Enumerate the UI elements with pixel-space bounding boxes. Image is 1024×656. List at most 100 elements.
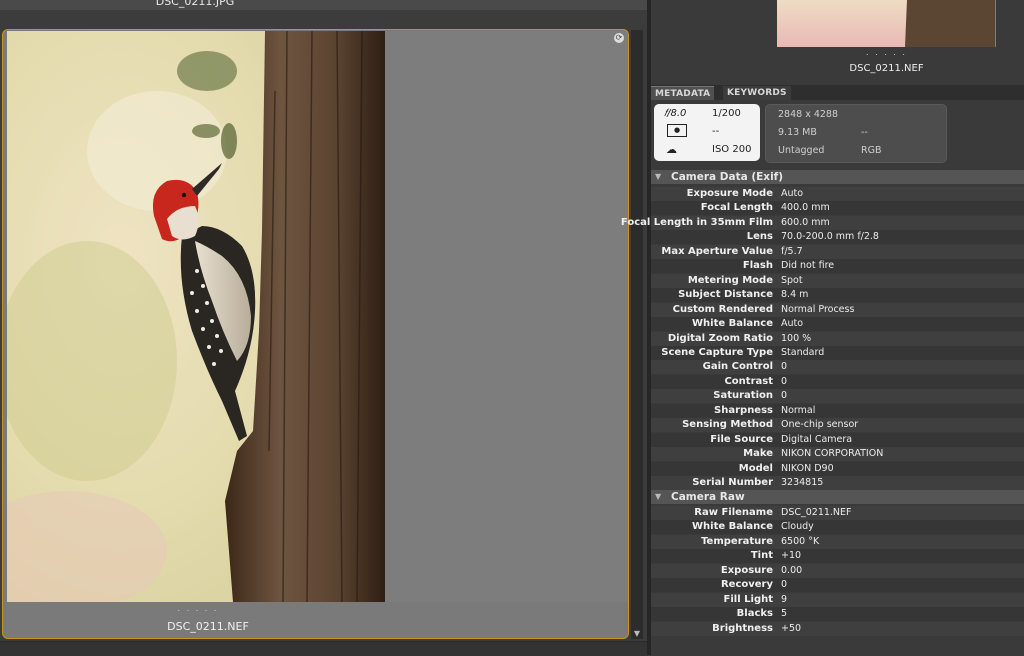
- metadata-row[interactable]: Metering Mode Spot: [651, 273, 1024, 288]
- metadata-value[interactable]: 0.00: [781, 564, 802, 578]
- metadata-value[interactable]: Digital Camera: [781, 433, 852, 447]
- collapse-triangle-icon[interactable]: ▼: [655, 170, 661, 184]
- metadata-value[interactable]: 9: [781, 593, 787, 607]
- metadata-row[interactable]: Custom Rendered Normal Process: [651, 302, 1024, 317]
- cloudy-wb-icon: ☁: [666, 143, 677, 156]
- rotate-icon[interactable]: ⟳: [614, 33, 624, 43]
- metadata-row[interactable]: Digital Zoom Ratio 100 %: [651, 331, 1024, 346]
- metadata-label: Custom Rendered: [672, 303, 773, 315]
- metadata-value[interactable]: 70.0-200.0 mm f/2.8: [781, 230, 879, 244]
- rating-dots[interactable]: . . . . .: [3, 604, 393, 613]
- metadata-value[interactable]: 100 %: [781, 332, 811, 346]
- metadata-row[interactable]: Flash Did not fire: [651, 259, 1024, 274]
- metadata-row[interactable]: Raw Filename DSC_0211.NEF: [651, 506, 1024, 520]
- thumbnail-rating-dots[interactable]: . . . . .: [777, 48, 996, 57]
- content-pane: DSC_0211.JPG ⟳ . . . . . DSC_0211.NEF ▼: [0, 0, 648, 656]
- metadata-value[interactable]: Normal: [781, 404, 815, 418]
- metadata-row[interactable]: White Balance Cloudy: [651, 520, 1024, 535]
- metadata-row[interactable]: Lens 70.0-200.0 mm f/2.8: [651, 230, 1024, 245]
- metadata-value[interactable]: Standard: [781, 346, 824, 360]
- metering-value: --: [712, 126, 720, 137]
- thumbnail-filename[interactable]: DSC_0211.NEF: [777, 63, 996, 74]
- item-filename[interactable]: DSC_0211.NEF: [3, 620, 413, 633]
- metadata-value[interactable]: +10: [781, 549, 801, 563]
- metadata-value[interactable]: 3234815: [781, 476, 823, 490]
- metadata-value[interactable]: NIKON CORPORATION: [781, 447, 883, 461]
- metadata-value[interactable]: 6500 °K: [781, 535, 819, 549]
- metadata-row[interactable]: Exposure Mode Auto: [651, 187, 1024, 201]
- metadata-value[interactable]: 0: [781, 375, 787, 389]
- metadata-row[interactable]: Exposure 0.00: [651, 563, 1024, 578]
- tab-metadata[interactable]: METADATA: [651, 86, 715, 101]
- tab-keywords[interactable]: KEYWORDS: [723, 86, 791, 100]
- metadata-label: Brightness: [712, 622, 773, 634]
- metadata-value[interactable]: DSC_0211.NEF: [781, 506, 852, 520]
- metadata-value[interactable]: 8.4 m: [781, 288, 808, 302]
- metadata-value[interactable]: NIKON D90: [781, 462, 834, 476]
- metadata-row[interactable]: Make NIKON CORPORATION: [651, 447, 1024, 462]
- metadata-label: Max Aperture Value: [661, 245, 773, 257]
- filesize-extra-value: --: [861, 127, 868, 138]
- metadata-value[interactable]: 400.0 mm: [781, 201, 830, 215]
- metadata-row[interactable]: Recovery 0: [651, 578, 1024, 593]
- metadata-value[interactable]: Auto: [781, 187, 803, 201]
- content-scrollbar[interactable]: ▼: [631, 30, 643, 639]
- dimensions-value: 2848 x 4288: [778, 109, 839, 120]
- metadata-summary: 𝑓/8.0 1/200 ● -- ☁ ISO 200 2848 x 4288 9…: [651, 100, 1024, 163]
- metadata-label: Tint: [750, 550, 773, 562]
- metadata-row[interactable]: White Balance Auto: [651, 317, 1024, 332]
- metadata-value[interactable]: 5: [781, 607, 787, 621]
- metadata-row[interactable]: Blacks 5: [651, 607, 1024, 622]
- metadata-label: Serial Number: [692, 477, 773, 488]
- metadata-value[interactable]: Auto: [781, 317, 803, 331]
- metadata-label: Focal Length: [700, 202, 773, 214]
- metadata-value[interactable]: 600.0 mm: [781, 216, 830, 230]
- metadata-row[interactable]: Scene Capture Type Standard: [651, 345, 1024, 360]
- metadata-row[interactable]: File Source Digital Camera: [651, 432, 1024, 447]
- thumbnail-image: [777, 0, 996, 47]
- metadata-row[interactable]: Model NIKON D90: [651, 461, 1024, 476]
- scroll-down-arrow-icon[interactable]: ▼: [631, 629, 643, 639]
- woodpecker-photo[interactable]: [7, 31, 385, 602]
- metadata-row[interactable]: Contrast 0: [651, 374, 1024, 389]
- metadata-label: White Balance: [692, 521, 773, 533]
- metadata-label: Gain Control: [702, 361, 773, 373]
- metadata-row[interactable]: Sharpness Normal: [651, 403, 1024, 418]
- preview-thumbnail[interactable]: [777, 0, 996, 47]
- metadata-value[interactable]: Spot: [781, 274, 803, 288]
- metadata-value[interactable]: 0: [781, 360, 787, 374]
- metadata-row[interactable]: Focal Length in 35mm Film 600.0 mm: [621, 215, 1024, 230]
- metadata-value[interactable]: Normal Process: [781, 303, 854, 317]
- metadata-value[interactable]: One-chip sensor: [781, 418, 858, 432]
- metadata-value[interactable]: +50: [781, 622, 801, 636]
- metadata-label: Fill Light: [723, 593, 773, 605]
- collapse-triangle-icon[interactable]: ▼: [655, 490, 661, 504]
- metadata-row[interactable]: Saturation 0: [651, 389, 1024, 404]
- metadata-label: Saturation: [713, 390, 773, 402]
- metadata-value[interactable]: Cloudy: [781, 520, 814, 534]
- metadata-row[interactable]: Brightness +50: [651, 621, 1024, 636]
- content-bottom-strip: [0, 641, 648, 656]
- metadata-value[interactable]: 0: [781, 389, 787, 403]
- metadata-value[interactable]: Did not fire: [781, 259, 834, 273]
- metadata-row[interactable]: Subject Distance 8.4 m: [651, 288, 1024, 303]
- metadata-row[interactable]: Fill Light 9: [651, 592, 1024, 607]
- metadata-value[interactable]: f/5.7: [781, 245, 803, 259]
- selected-item-frame[interactable]: ⟳ . . . . . DSC_0211.NEF: [2, 29, 629, 639]
- shutter-value: 1/200: [712, 108, 741, 119]
- metadata-label: Sharpness: [714, 404, 773, 416]
- metadata-row[interactable]: Tint +10: [651, 549, 1024, 564]
- section-camera-data-exif[interactable]: ▼ Camera Data (Exif): [651, 170, 1024, 184]
- metadata-row[interactable]: Serial Number 3234815: [651, 476, 1024, 490]
- previous-filename[interactable]: DSC_0211.JPG: [0, 0, 390, 8]
- metadata-row[interactable]: Temperature 6500 °K: [651, 534, 1024, 549]
- metadata-row[interactable]: Gain Control 0: [651, 360, 1024, 375]
- section-camera-raw[interactable]: ▼ Camera Raw: [651, 490, 1024, 504]
- metadata-row[interactable]: Max Aperture Value f/5.7: [651, 244, 1024, 259]
- tag-value: Untagged: [778, 145, 825, 156]
- metadata-value[interactable]: 0: [781, 578, 787, 592]
- metadata-row[interactable]: Sensing Method One-chip sensor: [651, 418, 1024, 433]
- metadata-row[interactable]: Focal Length 400.0 mm: [651, 201, 1024, 216]
- metadata-label: Recovery: [720, 579, 773, 591]
- filesize-value: 9.13 MB: [778, 127, 817, 138]
